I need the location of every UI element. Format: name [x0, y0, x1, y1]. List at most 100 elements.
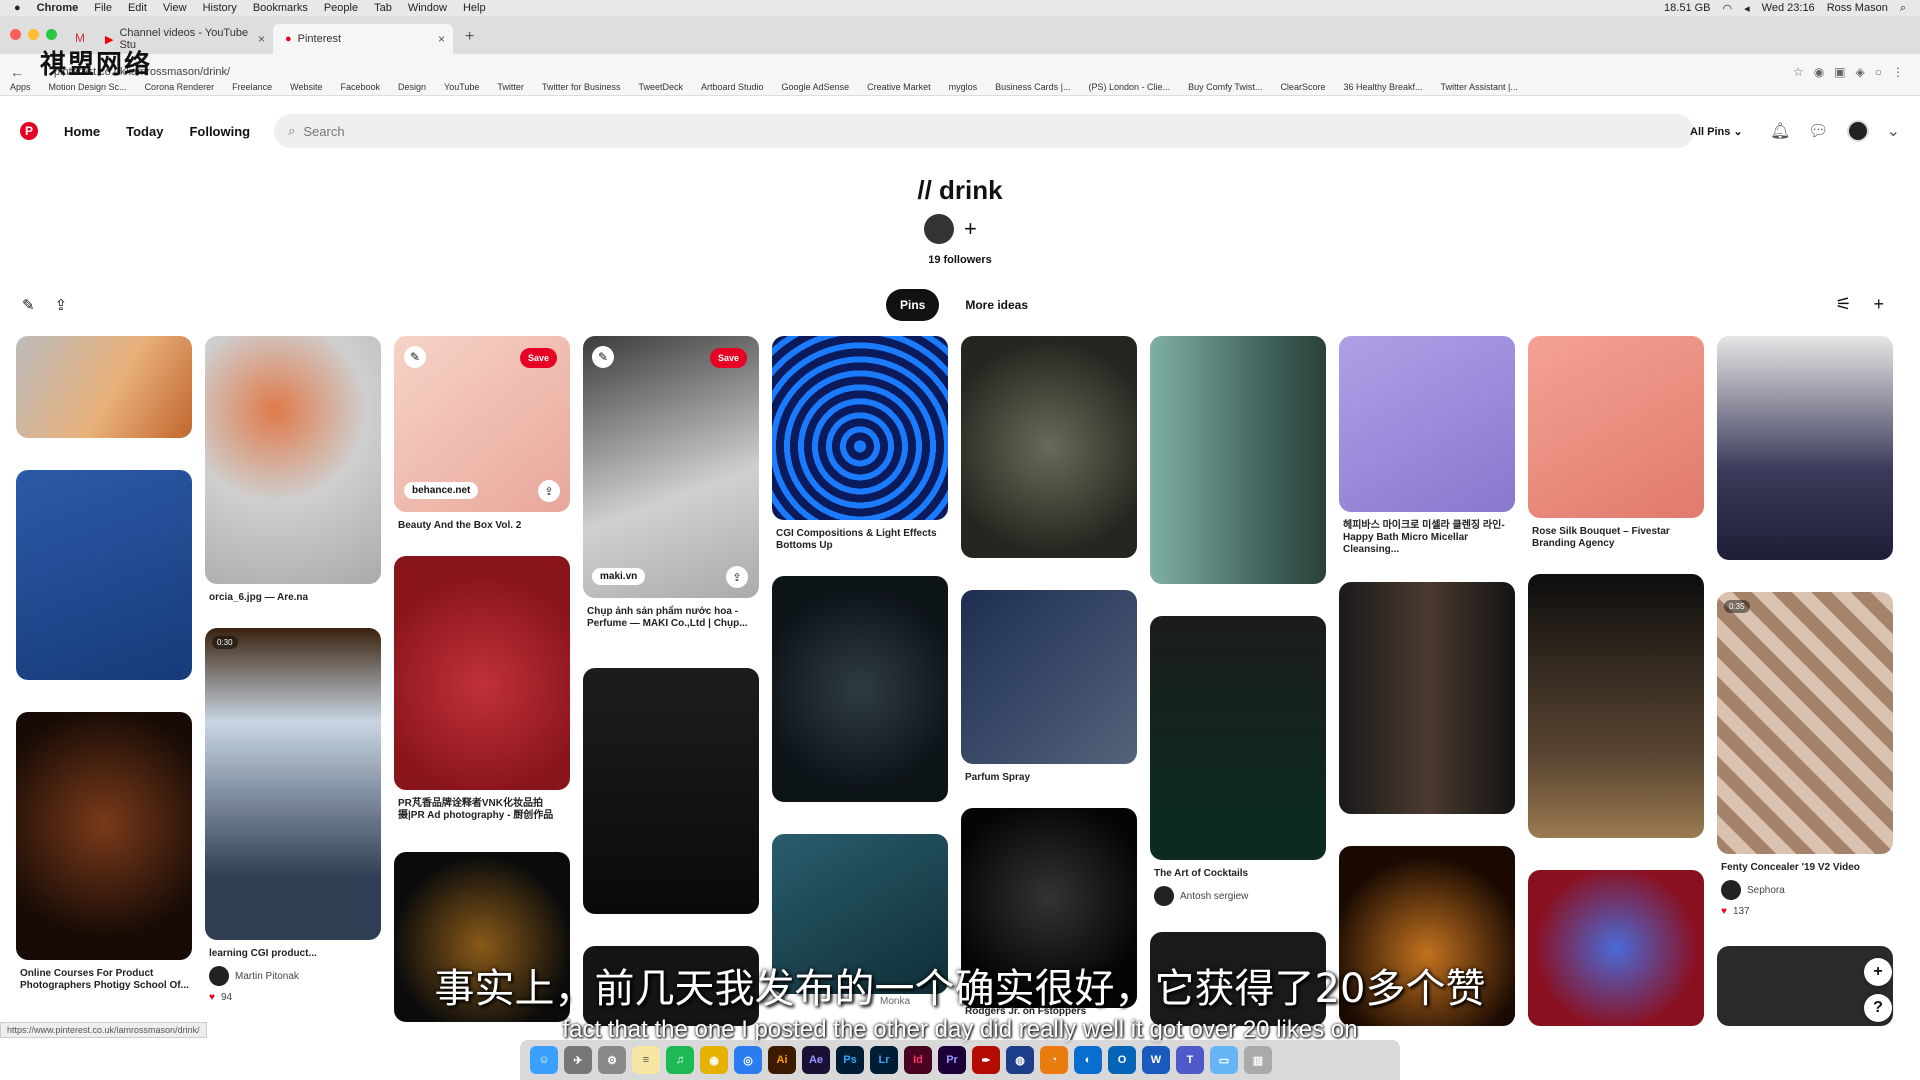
tab-pinterest[interactable]: ● Pinterest × — [273, 24, 453, 54]
nav-following[interactable]: Following — [189, 124, 250, 139]
tab-more-ideas[interactable]: More ideas — [951, 289, 1042, 321]
pin-image[interactable] — [394, 556, 570, 790]
word-icon[interactable]: W — [1142, 1046, 1170, 1074]
spotlight-icon[interactable]: ⌕ — [1900, 2, 1906, 15]
tab-pins[interactable]: Pins — [886, 289, 940, 321]
pin-image[interactable] — [1150, 336, 1326, 584]
photoshop-icon[interactable]: Ps — [836, 1046, 864, 1074]
url-field[interactable]: pinterest.co.uk/iamrossmason/drink/ — [54, 66, 1793, 78]
pin-image[interactable] — [1717, 336, 1893, 560]
close-tab-icon[interactable]: × — [438, 32, 445, 46]
pin-image[interactable] — [1528, 574, 1704, 838]
edit-pencil-icon[interactable]: ✎ — [404, 346, 426, 368]
pin-source-link[interactable]: behance.net — [404, 482, 479, 499]
save-button[interactable]: Save — [520, 348, 558, 368]
close-tab-icon[interactable]: × — [258, 32, 265, 46]
menu-file[interactable]: File — [94, 2, 112, 14]
finder-icon[interactable]: ☺ — [530, 1046, 558, 1074]
share-upload-icon[interactable]: ⇪ — [55, 296, 68, 314]
pin-author[interactable]: Sephora — [1721, 880, 1785, 900]
bookmark-item[interactable]: Buy Comfy Twist... — [1188, 82, 1262, 92]
bookmark-item[interactable]: Freelance — [232, 82, 272, 92]
nav-today[interactable]: Today — [126, 124, 163, 139]
pin-caption[interactable]: Rose Silk Bouquet – Fivestar Branding Ag… — [1532, 526, 1702, 550]
pin-image[interactable] — [583, 668, 759, 914]
menu-help[interactable]: Help — [463, 2, 486, 14]
browser-icon[interactable]: ◐ — [1074, 1046, 1102, 1074]
bookmark-item[interactable]: Artboard Studio — [701, 82, 764, 92]
pin-image[interactable] — [772, 336, 948, 520]
avatar[interactable] — [1846, 120, 1869, 142]
pin-author[interactable]: Antosh sergiew — [1154, 886, 1248, 906]
bookmark-item[interactable]: ClearScore — [1280, 82, 1325, 92]
menu-kebab-icon[interactable]: ⋮ — [1892, 65, 1904, 79]
pin-image[interactable] — [205, 336, 381, 584]
apple-icon[interactable]: ● — [14, 2, 21, 14]
menu-tab[interactable]: Tab — [374, 2, 392, 14]
pin-caption[interactable]: PR芃香品牌诠释者VNK化妆品拍摄|PR Ad photography - 厨创… — [398, 798, 568, 822]
zoom-window-button[interactable] — [46, 29, 57, 40]
filter-sliders-icon[interactable]: ⚟ — [1835, 294, 1851, 315]
save-button[interactable]: Save — [710, 348, 748, 368]
bookmark-item[interactable]: myglos — [949, 82, 978, 92]
bookmark-item[interactable]: 36 Healthy Breakf... — [1343, 82, 1422, 92]
trash-icon[interactable]: ▥ — [1244, 1046, 1272, 1074]
outlook-icon[interactable]: O — [1108, 1046, 1136, 1074]
chevron-down-icon[interactable]: ⌄ — [1887, 121, 1900, 141]
bookmark-item[interactable]: YouTube — [444, 82, 479, 92]
pin-image[interactable] — [1717, 592, 1893, 854]
extension-icon[interactable]: ▣ — [1834, 65, 1845, 79]
lightroom-icon[interactable]: Lr — [870, 1046, 898, 1074]
illustrator-icon[interactable]: Ai — [768, 1046, 796, 1074]
minimize-window-button[interactable] — [28, 29, 39, 40]
cinema4d-icon[interactable]: ◍ — [1006, 1046, 1034, 1074]
search-input[interactable]: ⌕ Search — [274, 114, 1695, 148]
messages-icon[interactable]: 💬︎ — [1808, 121, 1828, 141]
bookmark-item[interactable]: Twitter for Business — [542, 82, 621, 92]
followers-count[interactable]: 19 followers — [0, 254, 1920, 266]
pin-caption[interactable]: CGI Compositions & Light Effects Bottoms… — [776, 528, 946, 552]
bookmark-item[interactable]: TweetDeck — [638, 82, 683, 92]
pin-caption[interactable]: Beauty And the Box Vol. 2 — [398, 520, 568, 532]
add-plus-icon[interactable]: + — [1873, 294, 1884, 315]
blender-icon[interactable]: ◔ — [1040, 1046, 1068, 1074]
new-tab-button[interactable]: + — [465, 28, 474, 46]
bookmark-item[interactable]: Business Cards |... — [995, 82, 1070, 92]
profile-icon[interactable]: ○ — [1875, 65, 1882, 79]
menu-view[interactable]: View — [163, 2, 187, 14]
share-upload-icon[interactable]: ⇪ — [726, 566, 748, 588]
indesign-icon[interactable]: Id — [904, 1046, 932, 1074]
pin-image[interactable] — [961, 336, 1137, 558]
gmail-tab-icon[interactable]: M — [75, 31, 85, 45]
safari-icon[interactable]: ◎ — [734, 1046, 762, 1074]
launchpad-icon[interactable]: ✈ — [564, 1046, 592, 1074]
after-effects-icon[interactable]: Ae — [802, 1046, 830, 1074]
menu-window[interactable]: Window — [408, 2, 447, 14]
extension-icon[interactable]: ◈ — [1856, 65, 1865, 79]
pin-caption[interactable]: Chụp ảnh sản phẩm nước hoa - Perfume — M… — [587, 606, 757, 630]
bookmark-item[interactable]: Facebook — [341, 82, 381, 92]
pin-image[interactable] — [205, 628, 381, 940]
bookmark-item[interactable]: Motion Design Sc... — [49, 82, 127, 92]
acrobat-icon[interactable]: ✒ — [972, 1046, 1000, 1074]
all-pins-dropdown[interactable]: All Pins ⌄ — [1690, 125, 1743, 138]
pin-image[interactable] — [1339, 336, 1515, 512]
bookmark-item[interactable]: Twitter Assistant |... — [1441, 82, 1518, 92]
share-upload-icon[interactable]: ⇪ — [538, 480, 560, 502]
clock[interactable]: Wed 23:16 — [1762, 2, 1815, 14]
pin-caption[interactable]: 헤피바스 마이크로 미셀라 클렌징 라인-Happy Bath Micro Mi… — [1343, 520, 1513, 556]
pin-image[interactable] — [772, 576, 948, 802]
notes-icon[interactable]: ≡ — [632, 1046, 660, 1074]
pin-caption[interactable]: Parfum Spray — [965, 772, 1135, 784]
pin-image[interactable] — [16, 712, 192, 960]
wifi-icon[interactable]: ◠ — [1723, 2, 1733, 15]
pinterest-logo-icon[interactable]: P — [20, 122, 38, 140]
pin-image[interactable] — [1528, 336, 1704, 518]
system-preferences-icon[interactable]: ⚙ — [598, 1046, 626, 1074]
bookmark-item[interactable]: (PS) London - Clie... — [1089, 82, 1171, 92]
pin-source-link[interactable]: maki.vn — [592, 568, 646, 585]
pin-image[interactable] — [16, 470, 192, 680]
bookmark-item[interactable]: Design — [398, 82, 426, 92]
notifications-bell-icon[interactable]: 🔔︎ — [1770, 121, 1790, 141]
menu-bookmarks[interactable]: Bookmarks — [253, 2, 308, 14]
